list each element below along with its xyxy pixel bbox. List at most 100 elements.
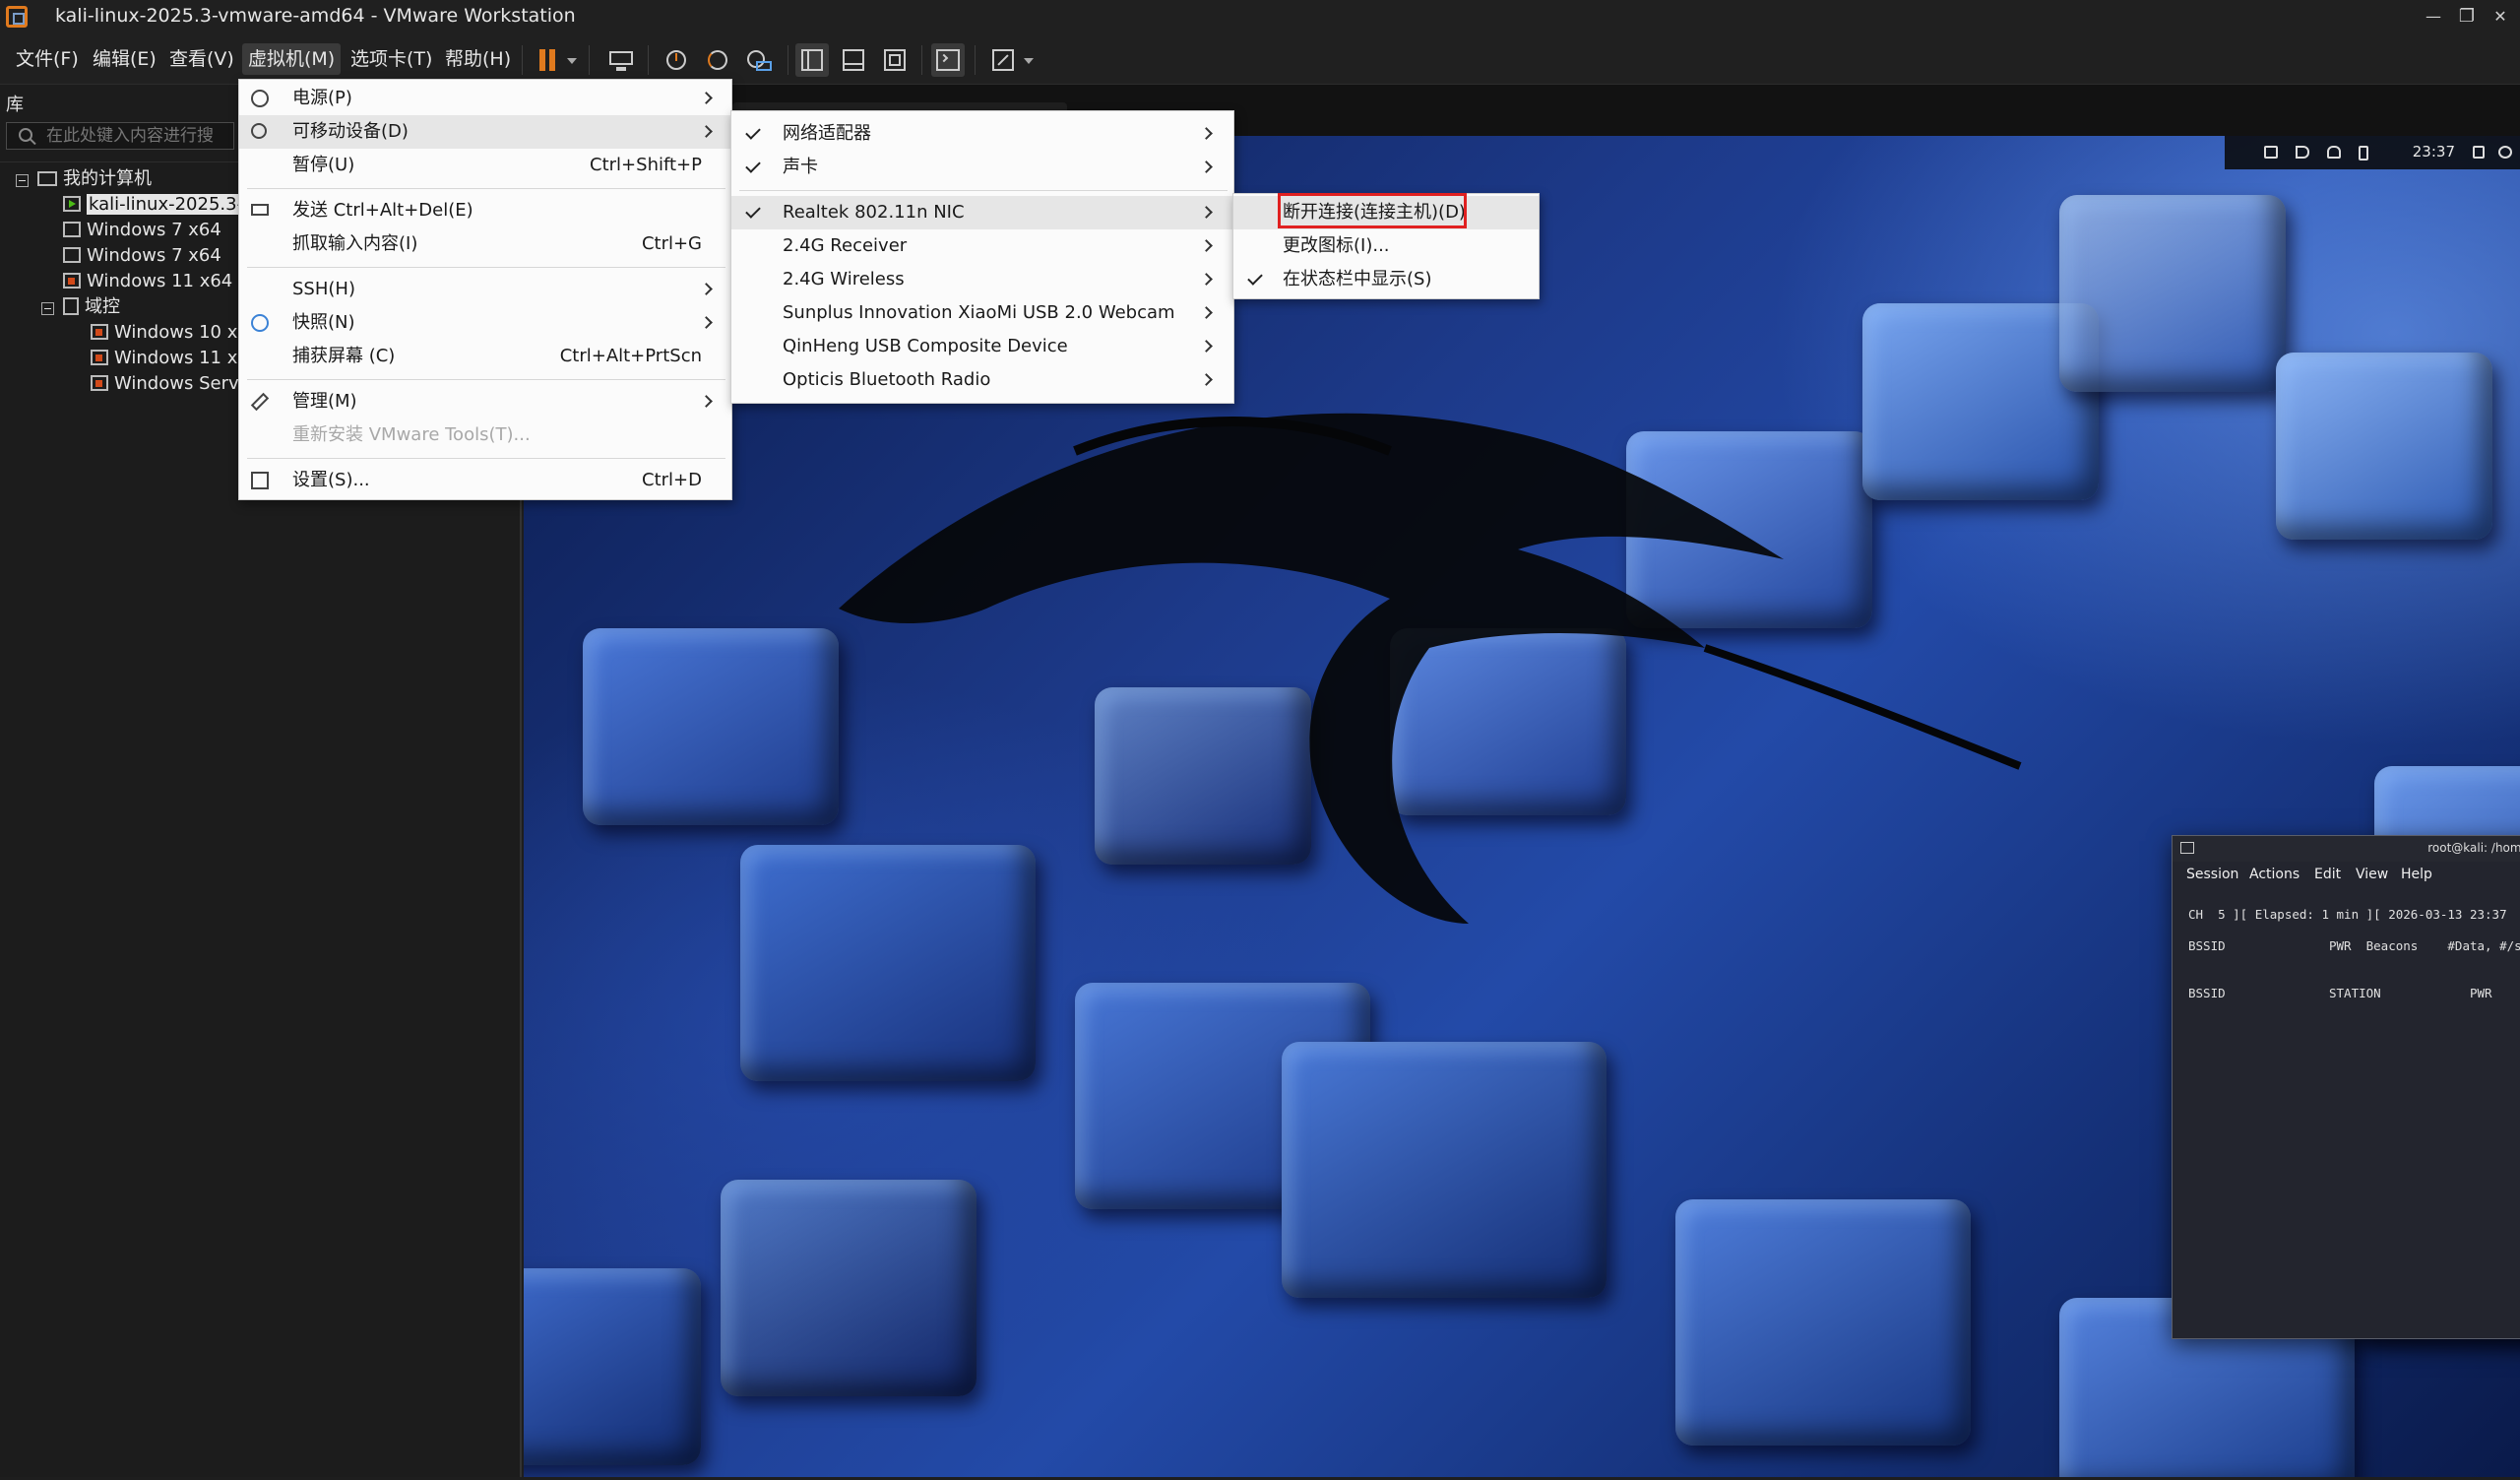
chevron-right-icon bbox=[1200, 206, 1213, 219]
menu-item-send-ctrl-alt-del[interactable]: 发送 Ctrl+Alt+Del(E) bbox=[239, 194, 731, 227]
display-icon[interactable] bbox=[2264, 146, 2278, 159]
vm-menu: 电源(P) 可移动设备(D) 暂停(U) Ctrl+Shift+P 发送 Ctr… bbox=[238, 79, 732, 500]
check-icon bbox=[745, 158, 761, 173]
menu-separator bbox=[247, 379, 725, 380]
expander-icon[interactable] bbox=[16, 174, 29, 187]
menu-item-power[interactable]: 电源(P) bbox=[239, 82, 731, 115]
tree-item-win11-domain[interactable]: Windows 11 x bbox=[91, 346, 237, 371]
terminal-title: root@kali: /home/kali bbox=[2427, 841, 2520, 855]
menu-item-ssh[interactable]: SSH(H) bbox=[239, 273, 731, 306]
snapshot-manager-icon[interactable] bbox=[742, 43, 776, 77]
menu-file[interactable]: 文件(F) bbox=[10, 43, 85, 75]
terminal-line: CH 5 ][ Elapsed: 1 min ][ 2026-03-13 23:… bbox=[2188, 907, 2507, 922]
menu-item-webcam[interactable]: Sunplus Innovation XiaoMi USB 2.0 Webcam bbox=[731, 296, 1233, 330]
menu-item-label: 抓取输入内容(I) bbox=[292, 233, 418, 254]
menu-item-label: 2.4G Receiver bbox=[783, 235, 908, 256]
search-input[interactable] bbox=[46, 125, 229, 147]
terminal-menu-help[interactable]: Help bbox=[2401, 867, 2432, 882]
menu-separator bbox=[247, 267, 725, 268]
thumbnail-bar-icon[interactable] bbox=[837, 43, 870, 77]
menu-item-shortcut: Ctrl+G bbox=[641, 233, 702, 254]
menu-item-pause[interactable]: 暂停(U) Ctrl+Shift+P bbox=[239, 149, 731, 182]
tree-item-label: 我的计算机 bbox=[63, 168, 152, 189]
menu-item-label: 重新安装 VMware Tools(T)... bbox=[292, 424, 531, 445]
close-button[interactable]: ✕ bbox=[2481, 3, 2520, 31]
menu-item-shortcut: Ctrl+Alt+PrtScn bbox=[559, 346, 702, 366]
tree-item-kali[interactable]: kali-linux-2025.3- bbox=[63, 192, 246, 218]
menu-vm[interactable]: 虚拟机(M) bbox=[242, 43, 342, 75]
tree-item-win7-a[interactable]: Windows 7 x64 bbox=[63, 218, 221, 243]
tree-item-winserver-domain[interactable]: Windows Serv bbox=[91, 371, 239, 397]
menu-item-24g-wireless[interactable]: 2.4G Wireless bbox=[731, 263, 1233, 296]
kali-clock[interactable]: 23:37 bbox=[2413, 143, 2455, 161]
menu-help[interactable]: 帮助(H) bbox=[439, 43, 517, 75]
tree-item-my-computer[interactable]: 我的计算机 bbox=[37, 166, 152, 192]
tree-item-win10-domain[interactable]: Windows 10 x bbox=[91, 320, 237, 346]
tree-item-label: Windows 11 x64 bbox=[87, 271, 233, 291]
dropdown-icon[interactable] bbox=[563, 43, 581, 77]
menu-item-sound-card[interactable]: 声卡 bbox=[731, 151, 1233, 184]
menu-item-label: 管理(M) bbox=[292, 391, 357, 412]
menu-item-network-adapter[interactable]: 网络适配器 bbox=[731, 117, 1233, 151]
battery-icon[interactable] bbox=[2359, 146, 2368, 161]
stretch-dropdown-icon[interactable] bbox=[1020, 43, 1038, 77]
chevron-right-icon bbox=[700, 316, 713, 329]
menu-item-qinheng-usb[interactable]: QinHeng USB Composite Device bbox=[731, 330, 1233, 363]
pause-icon[interactable] bbox=[534, 43, 567, 77]
terminal-title-bar[interactable]: root@kali: /home/kali ✕ bbox=[2173, 836, 2520, 862]
menu-item-change-icon[interactable]: 更改图标(I)... bbox=[1233, 229, 1539, 263]
snapshot-icon bbox=[251, 314, 269, 332]
console-view-icon[interactable] bbox=[931, 43, 965, 77]
library-search-box[interactable] bbox=[6, 122, 234, 150]
lock-icon[interactable] bbox=[2473, 146, 2485, 159]
chevron-right-icon bbox=[1200, 373, 1213, 386]
menu-item-realtek-nic[interactable]: Realtek 802.11n NIC bbox=[731, 196, 1233, 229]
tree-item-win11[interactable]: Windows 11 x64 bbox=[63, 269, 232, 294]
chevron-right-icon bbox=[1200, 161, 1213, 173]
snapshot-icon[interactable] bbox=[660, 43, 693, 77]
computer-icon bbox=[37, 171, 57, 186]
menu-item-label: 暂停(U) bbox=[292, 155, 355, 175]
terminal-window[interactable]: root@kali: /home/kali ✕ Session Actions … bbox=[2172, 835, 2520, 1339]
expander-icon[interactable] bbox=[41, 302, 54, 315]
folder-icon bbox=[63, 297, 79, 315]
chevron-right-icon bbox=[1200, 340, 1213, 353]
tree-item-win7-b[interactable]: Windows 7 x64 bbox=[63, 243, 221, 269]
menu-item-bluetooth[interactable]: Opticis Bluetooth Radio bbox=[731, 363, 1233, 397]
settings-icon bbox=[251, 472, 269, 489]
menu-item-label: 网络适配器 bbox=[783, 123, 871, 144]
menu-edit[interactable]: 编辑(E) bbox=[87, 43, 162, 75]
chevron-right-icon bbox=[700, 283, 713, 295]
menu-item-24g-receiver[interactable]: 2.4G Receiver bbox=[731, 229, 1233, 263]
power-icon[interactable] bbox=[2498, 146, 2512, 159]
annotation-highlight-box bbox=[1278, 193, 1467, 228]
tree-item-domain-folder[interactable]: 域控 bbox=[63, 294, 120, 320]
menu-item-grab-input[interactable]: 抓取输入内容(I) Ctrl+G bbox=[239, 227, 731, 261]
notification-icon[interactable] bbox=[2327, 146, 2341, 159]
menu-item-manage[interactable]: 管理(M) bbox=[239, 385, 731, 418]
menu-tabs[interactable]: 选项卡(T) bbox=[345, 43, 438, 75]
menu-view[interactable]: 查看(V) bbox=[163, 43, 240, 75]
vm-locked-icon bbox=[91, 375, 108, 391]
volume-icon[interactable] bbox=[2296, 146, 2309, 159]
check-icon bbox=[745, 203, 761, 219]
stretch-icon[interactable] bbox=[986, 43, 1020, 77]
tree-item-label: Windows 11 x bbox=[114, 348, 238, 368]
menu-item-capture-screen[interactable]: 捕获屏幕 (C) Ctrl+Alt+PrtScn bbox=[239, 340, 731, 373]
menu-item-removable-devices[interactable]: 可移动设备(D) bbox=[239, 115, 731, 149]
terminal-menu-session[interactable]: Session bbox=[2186, 867, 2238, 882]
revert-snapshot-icon[interactable] bbox=[701, 43, 734, 77]
menu-item-settings[interactable]: 设置(S)... Ctrl+D bbox=[239, 464, 731, 497]
fullscreen-icon[interactable] bbox=[878, 43, 912, 77]
show-library-icon[interactable] bbox=[795, 43, 829, 77]
menu-item-show-in-statusbar[interactable]: 在状态栏中显示(S) bbox=[1233, 263, 1539, 296]
terminal-menu-actions[interactable]: Actions bbox=[2249, 867, 2300, 882]
menu-separator bbox=[739, 190, 1228, 191]
menu-item-label: 2.4G Wireless bbox=[783, 269, 905, 290]
terminal-menu-edit[interactable]: Edit bbox=[2314, 867, 2341, 882]
menu-item-snapshot[interactable]: 快照(N) bbox=[239, 306, 731, 340]
chevron-right-icon bbox=[1200, 127, 1213, 140]
send-ctrl-alt-del-icon[interactable] bbox=[604, 43, 638, 77]
menu-item-label: 电源(P) bbox=[292, 88, 352, 108]
terminal-menu-view[interactable]: View bbox=[2356, 867, 2388, 882]
